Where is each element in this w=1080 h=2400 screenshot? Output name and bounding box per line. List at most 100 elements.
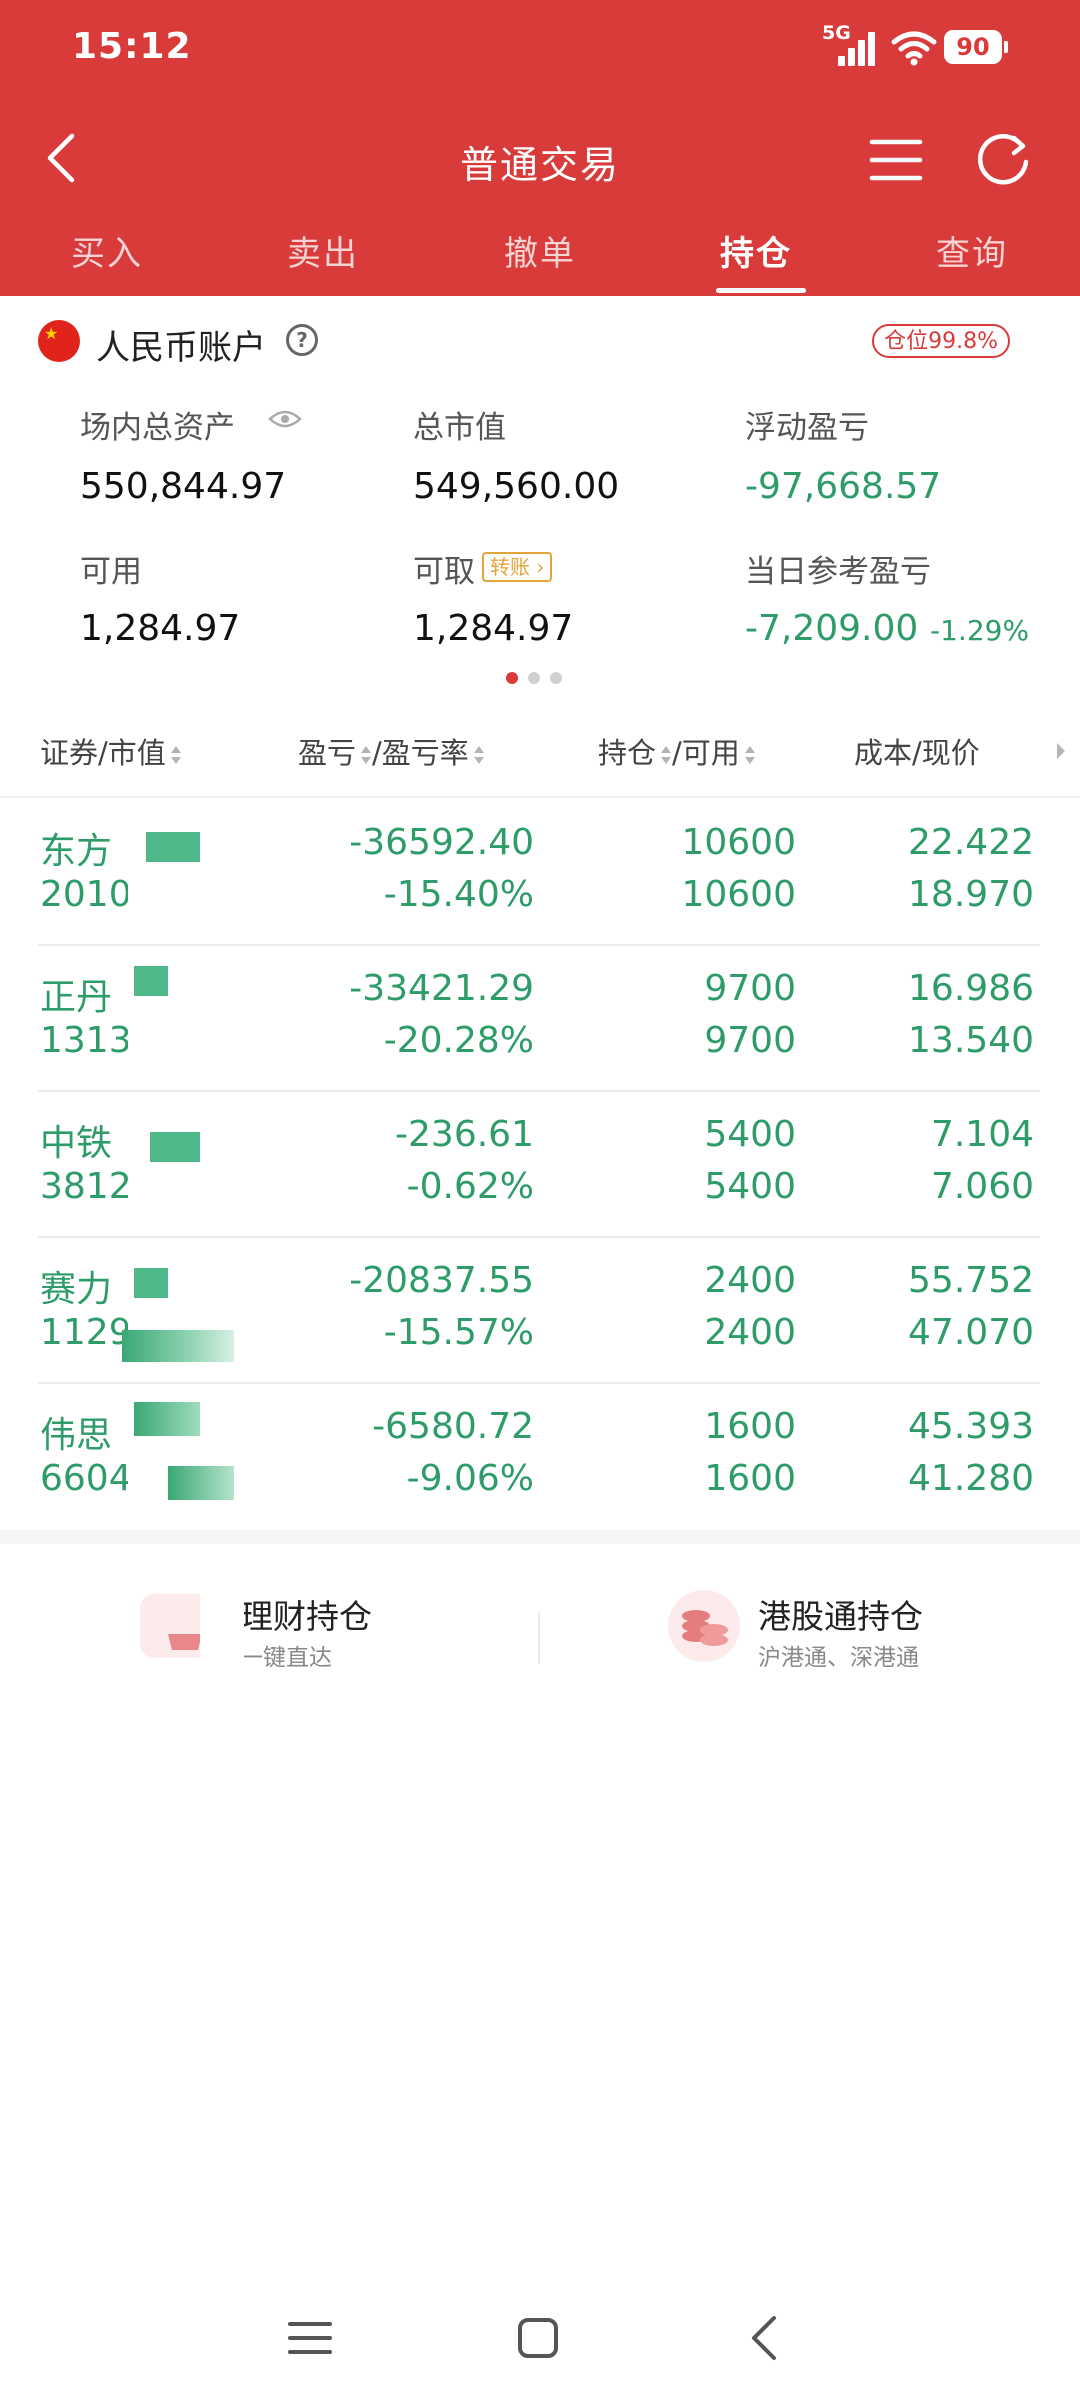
sort-icon <box>744 746 755 764</box>
available-value: 1,284.97 <box>80 608 241 649</box>
current-price: 13.540 <box>908 1020 1034 1061</box>
pl-rate: -20.28% <box>383 1020 534 1061</box>
nav-bar: 普通交易 <box>0 110 1080 210</box>
table-row[interactable]: 伟思 6604 -6580.72 -9.06% 1600 1600 45.393… <box>0 1384 1080 1530</box>
col-header-label: 盈亏 <box>298 736 357 770</box>
eye-icon[interactable] <box>268 408 302 430</box>
col-header-pl[interactable]: 盈亏/盈亏率 <box>298 730 485 772</box>
redaction-mask <box>128 800 248 946</box>
daily-pl-percent: -1.29% <box>930 614 1030 647</box>
col-header-label: 证券/市值 <box>40 736 166 770</box>
holding-qty: 5400 <box>704 1114 796 1155</box>
col-header-label: 持仓 <box>598 736 657 770</box>
divider <box>0 1530 1080 1544</box>
active-tab-indicator <box>716 288 806 293</box>
holding-qty: 1600 <box>704 1406 796 1447</box>
market-value-label: 总市值 <box>413 410 506 446</box>
home-icon[interactable] <box>508 2310 568 2366</box>
withdrawable-value: 1,284.97 <box>413 608 574 649</box>
pl-amount: -236.61 <box>395 1114 534 1155</box>
pl-amount: -6580.72 <box>372 1406 534 1447</box>
available-qty: 5400 <box>704 1166 796 1207</box>
floating-pl-label: 浮动盈亏 <box>745 410 869 446</box>
sort-icon <box>473 746 484 764</box>
cost-price: 45.393 <box>908 1406 1034 1447</box>
account-header: ★ 人民币账户 ? 仓位99.8% <box>38 316 1048 368</box>
tab-buy[interactable]: 买入 <box>32 226 182 275</box>
transfer-label: 转账 <box>490 555 530 579</box>
security-value: 6604 <box>40 1458 132 1499</box>
available-qty: 2400 <box>704 1312 796 1353</box>
current-price: 18.970 <box>908 874 1034 915</box>
security-value: 3812 <box>40 1166 132 1207</box>
status-time: 15:12 <box>72 26 192 67</box>
tab-positions[interactable]: 持仓 <box>681 226 831 275</box>
security-name: 中铁 <box>40 1123 113 1164</box>
cost-price: 22.422 <box>908 822 1034 863</box>
menu-icon[interactable] <box>866 130 926 190</box>
trade-tabs: 买入 卖出 撤单 持仓 查询 <box>0 222 1080 296</box>
cost-price: 16.986 <box>908 968 1034 1009</box>
divider <box>0 796 1080 798</box>
col-header-cost[interactable]: 成本/现价 <box>854 730 980 772</box>
holding-qty: 10600 <box>681 822 796 863</box>
withdrawable-label: 可取 <box>413 554 475 590</box>
col-header-label: /现价 <box>912 736 980 770</box>
tab-query[interactable]: 查询 <box>897 226 1047 275</box>
signal-icon <box>838 28 882 66</box>
col-header-holding[interactable]: 持仓/可用 <box>598 730 756 772</box>
transfer-button[interactable]: 转账 › <box>482 552 553 582</box>
redaction-mask <box>134 1402 200 1436</box>
shortcut-subtitle: 一键直达 <box>240 1645 332 1671</box>
pl-amount: -33421.29 <box>349 968 534 1009</box>
back-nav-icon[interactable] <box>736 2310 796 2366</box>
col-header-label: /可用 <box>672 736 740 770</box>
coins-icon <box>668 1590 740 1662</box>
position-ratio-badge: 仓位99.8% <box>872 324 1010 358</box>
help-icon[interactable]: ? <box>286 324 318 356</box>
table-row[interactable]: 东方 20108 -36592.40 -15.40% 10600 10600 2… <box>0 800 1080 946</box>
redaction-mask <box>146 832 200 862</box>
battery-icon: 90 <box>944 30 1008 64</box>
shortcut-title: 港股通持仓 <box>758 1597 923 1636</box>
account-name: 人民币账户 <box>96 328 266 368</box>
redaction-mask <box>134 966 168 996</box>
pl-rate: -15.40% <box>383 874 534 915</box>
table-row[interactable]: 正丹 13133 -33421.29 -20.28% 9700 9700 16.… <box>0 946 1080 1092</box>
chevron-right-icon[interactable] <box>1054 740 1068 762</box>
sort-icon <box>170 746 181 764</box>
wifi-icon <box>891 31 937 66</box>
redaction-mask <box>128 1238 248 1384</box>
pl-rate: -9.06% <box>406 1458 534 1499</box>
pl-amount: -20837.55 <box>349 1260 534 1301</box>
tab-sell[interactable]: 卖出 <box>248 226 398 275</box>
table-row[interactable]: 赛力 11296 -20837.55 -15.57% 2400 2400 55.… <box>0 1238 1080 1384</box>
market-value-value: 549,560.00 <box>413 466 620 507</box>
security-name: 正丹 <box>40 977 113 1018</box>
pl-rate: -0.62% <box>406 1166 534 1207</box>
cost-price: 7.104 <box>930 1114 1034 1155</box>
pl-amount: -36592.40 <box>349 822 534 863</box>
col-header-security[interactable]: 证券/市值 <box>40 730 182 772</box>
available-qty: 10600 <box>681 874 796 915</box>
table-row[interactable]: 中铁 3812 -236.61 -0.62% 5400 5400 7.104 7… <box>0 1092 1080 1238</box>
col-header-label: 成本 <box>854 736 913 770</box>
available-label: 可用 <box>80 554 142 590</box>
refresh-icon[interactable] <box>970 126 1036 192</box>
floating-pl-value: -97,668.57 <box>745 466 942 507</box>
page-dot <box>506 672 518 684</box>
redaction-mask <box>128 1092 248 1238</box>
cost-price: 55.752 <box>908 1260 1034 1301</box>
redaction-mask <box>200 1580 244 1680</box>
sort-icon <box>661 746 672 764</box>
divider <box>538 1612 540 1664</box>
col-header-label: /盈亏率 <box>372 736 469 770</box>
recent-apps-icon[interactable] <box>280 2310 340 2366</box>
available-qty: 1600 <box>704 1458 796 1499</box>
shortcut-title: 理财持仓 <box>240 1597 372 1636</box>
redaction-mask <box>134 1268 168 1298</box>
holding-qty: 2400 <box>704 1260 796 1301</box>
pl-rate: -15.57% <box>383 1312 534 1353</box>
page-dot <box>550 672 562 684</box>
tab-cancel[interactable]: 撤单 <box>465 226 615 275</box>
